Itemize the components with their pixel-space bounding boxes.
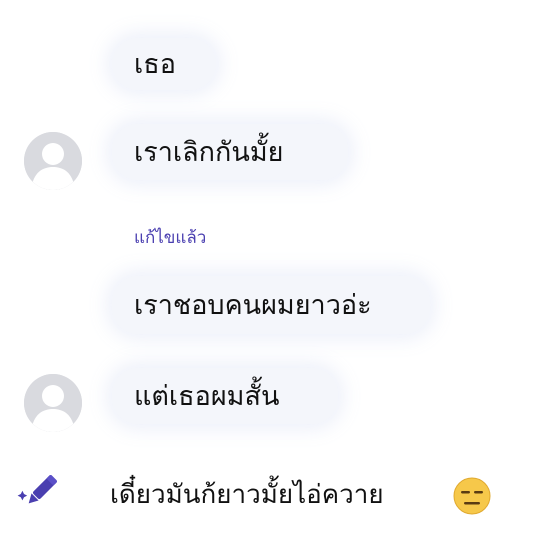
chat-screen: เธอ เราเลิกกันมั้ย แก้ไขแล้ว เราชอบคนผมย… bbox=[0, 0, 544, 544]
pencil-sparkle-icon[interactable] bbox=[16, 468, 64, 516]
avatar[interactable] bbox=[24, 374, 82, 432]
message-bubble[interactable]: เธอ bbox=[112, 38, 216, 90]
edited-label: แก้ไขแล้ว bbox=[134, 228, 207, 248]
avatar[interactable] bbox=[24, 132, 82, 190]
user-avatar-icon bbox=[24, 132, 82, 190]
message-bubble[interactable]: เราเลิกกันมั้ย bbox=[112, 124, 348, 180]
message-text: เธอ bbox=[134, 48, 176, 80]
message-text: แต่เธอผมสั้น bbox=[134, 380, 280, 412]
message-bubble[interactable]: เราชอบคนผมยาวอ่ะ bbox=[112, 276, 430, 334]
watermark-logo-icon bbox=[402, 506, 532, 530]
message-text: เราชอบคนผมยาวอ่ะ bbox=[134, 289, 372, 321]
message-bubble[interactable]: แต่เธอผมสั้น bbox=[112, 368, 338, 424]
composer-text: เดี๋ยวมันก้ยาวมั้ยไอ่ควาย bbox=[110, 480, 384, 510]
user-avatar-icon bbox=[24, 374, 82, 432]
message-text: เราเลิกกันมั้ย bbox=[134, 136, 284, 168]
